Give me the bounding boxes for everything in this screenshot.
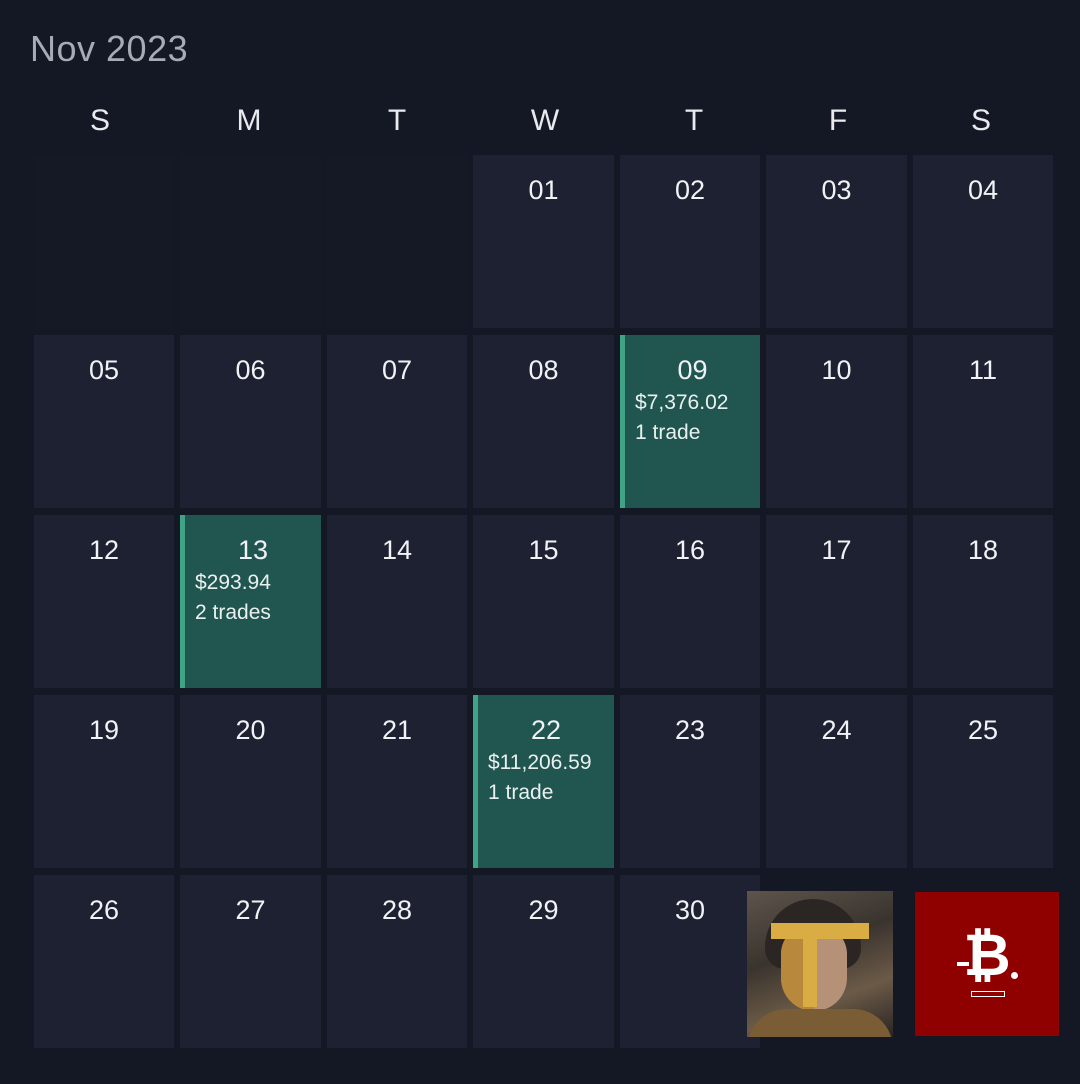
day-number: 06 — [235, 355, 266, 385]
bitcoin-symbol-icon: ₿ — [963, 923, 1011, 988]
calendar-day-cell[interactable]: 28 — [327, 875, 467, 1048]
portrait-shoulders — [747, 1009, 893, 1037]
day-number: 03 — [821, 175, 852, 205]
calendar-day-cell[interactable]: 17 — [766, 515, 907, 688]
day-number: 04 — [967, 175, 999, 205]
day-number: 22 — [530, 715, 562, 745]
calendar-day-cell[interactable]: 20 — [180, 695, 321, 868]
day-trade-count: 1 trade — [488, 781, 554, 804]
day-pnl-amount: $7,376.02 — [635, 391, 729, 414]
calendar-day-cell[interactable]: 19 — [34, 695, 174, 868]
calendar-day-cell[interactable]: 04 — [913, 155, 1053, 328]
calendar-empty-cell — [327, 155, 467, 328]
calendar-day-cell[interactable]: 14 — [327, 515, 467, 688]
day-pnl-amount: $11,206.59 — [488, 751, 592, 774]
calendar-day-cell[interactable]: 18 — [913, 515, 1053, 688]
calendar-day-cell[interactable]: 27 — [180, 875, 321, 1048]
day-number: 07 — [381, 355, 413, 385]
day-number: 05 — [88, 355, 120, 385]
calendar-day-cell[interactable]: 02 — [620, 155, 760, 328]
day-number: 21 — [381, 715, 413, 745]
day-number: 15 — [528, 535, 559, 565]
calendar-day-cell[interactable]: 12 — [34, 515, 174, 688]
day-number: 17 — [821, 535, 852, 565]
logo-t-bar — [771, 923, 869, 939]
day-number: 28 — [381, 895, 413, 925]
day-number: 24 — [821, 715, 852, 745]
calendar-day-cell[interactable]: 29 — [473, 875, 614, 1048]
day-number: 25 — [967, 715, 999, 745]
calendar-day-cell-trade[interactable]: 22 $11,206.59 1 trade — [473, 695, 614, 868]
day-trade-count: 2 trades — [195, 601, 271, 624]
calendar-day-cell[interactable]: 03 — [766, 155, 907, 328]
day-number: 02 — [674, 175, 706, 205]
day-number: 11 — [968, 355, 998, 385]
calendar-day-cell[interactable]: 21 — [327, 695, 467, 868]
day-number: 14 — [381, 535, 413, 565]
day-number: 09 — [677, 355, 708, 385]
day-number: 26 — [88, 895, 120, 925]
day-number: 23 — [674, 715, 706, 745]
logo-t-stem — [803, 923, 817, 1007]
calendar-day-cell[interactable]: 07 — [327, 335, 467, 508]
calendar-day-cell[interactable]: 15 — [473, 515, 614, 688]
calendar-day-cell[interactable]: 06 — [180, 335, 321, 508]
calendar-day-cell[interactable]: 24 — [766, 695, 907, 868]
portrait-thumbnail-icon[interactable] — [747, 891, 893, 1037]
calendar-empty-cell — [34, 155, 174, 328]
calendar-screen: Nov 2023 SMTWTFS 01 02 03 04 05 06 07 08 09 $7,37… — [0, 0, 1080, 1084]
bitcoin-logo-thumbnail-icon[interactable]: ₿ — [915, 892, 1059, 1036]
day-number: 13 — [237, 535, 269, 565]
day-pnl-amount: $293.94 — [195, 571, 271, 594]
calendar-day-cell[interactable]: 26 — [34, 875, 174, 1048]
day-number: 30 — [674, 895, 706, 925]
day-number: 27 — [235, 895, 266, 925]
day-number: 16 — [674, 535, 706, 565]
calendar-day-cell[interactable]: 01 — [473, 155, 614, 328]
day-number: 12 — [88, 535, 120, 565]
brand-dot — [1011, 972, 1018, 979]
calendar-empty-cell — [180, 155, 321, 328]
calendar-day-cell[interactable]: 16 — [620, 515, 760, 688]
calendar-day-cell[interactable]: 11 — [913, 335, 1053, 508]
calendar-day-cell[interactable]: 23 — [620, 695, 760, 868]
day-number: 19 — [88, 715, 120, 745]
calendar-day-cell-trade[interactable]: 13 $293.94 2 trades — [180, 515, 321, 688]
day-trade-count: 1 trade — [635, 421, 701, 444]
day-number: 29 — [528, 895, 559, 925]
calendar-day-cell-trade[interactable]: 09 $7,376.02 1 trade — [620, 335, 760, 508]
calendar-day-cell[interactable]: 10 — [766, 335, 907, 508]
day-number: 18 — [967, 535, 999, 565]
day-number: 08 — [528, 355, 559, 385]
calendar-day-cell[interactable]: 05 — [34, 335, 174, 508]
day-number: 01 — [528, 175, 559, 205]
brand-tagline-box — [971, 991, 1005, 997]
calendar-day-cell[interactable]: 25 — [913, 695, 1053, 868]
day-number: 20 — [235, 715, 266, 745]
calendar-day-cell[interactable]: 30 — [620, 875, 760, 1048]
calendar-day-cell[interactable]: 08 — [473, 335, 614, 508]
day-number: 10 — [821, 355, 852, 385]
